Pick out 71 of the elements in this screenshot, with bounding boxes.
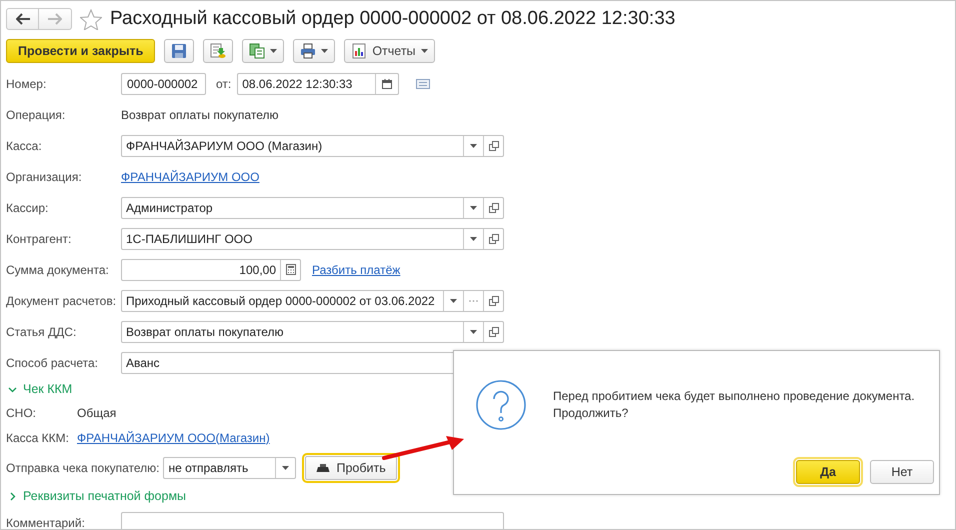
field-label: Касса ККМ: (6, 430, 70, 444)
date-field[interactable]: 08.06.2022 12:30:33 (237, 72, 400, 94)
field-label: Статья ДДС: (6, 324, 78, 338)
window-title: Расходный кассовый ордер 0000-000002 от 08.06.2022 12:30:33 (110, 8, 676, 30)
link[interactable]: ФРАНЧАЙЗАРИУМ ООО(Магазин) (77, 430, 270, 444)
amount-field[interactable]: 100,00 (121, 258, 301, 280)
dialog-message: Перед пробитием чека будет выполнено проведение документа. Продолжить? (553, 388, 915, 422)
open-window-icon (488, 202, 498, 212)
reports-button[interactable]: Отчеты (344, 39, 435, 63)
floppy-icon (171, 43, 188, 59)
list-icon[interactable] (416, 78, 430, 88)
select-field[interactable]: ФРАНЧАЙЗАРИУМ ООО (Магазин) (121, 134, 504, 156)
calendar-icon (382, 78, 392, 88)
floppy-button[interactable] (164, 39, 194, 63)
field-label: Способ расчета: (6, 356, 99, 370)
field-label: Номер: (6, 76, 48, 90)
calculator-icon (286, 264, 296, 275)
section-toggle[interactable]: Чек ККМ (6, 382, 72, 396)
open-window-icon (488, 326, 498, 336)
question-icon (476, 380, 526, 430)
back-button[interactable] (6, 8, 39, 30)
field-label: Организация: (6, 170, 83, 184)
field-value: Возврат оплаты покупателю (121, 108, 278, 122)
no-button[interactable]: Нет (870, 460, 934, 484)
caret-icon (470, 206, 477, 210)
open-window-icon (488, 296, 498, 306)
yes-button[interactable]: Да (796, 460, 860, 484)
field-value: Общая (77, 406, 116, 420)
select-field[interactable]: 1С-ПАБЛИШИНГ ООО (121, 228, 504, 250)
documents-button[interactable] (242, 39, 284, 63)
star-icon[interactable] (80, 8, 102, 30)
back-arrow-icon (16, 13, 30, 25)
field-label: Кассир: (6, 200, 50, 214)
link[interactable]: ФРАНЧАЙЗАРИУМ ООО (121, 170, 260, 184)
printer-button[interactable] (293, 39, 336, 63)
chart-document-icon (351, 43, 368, 59)
caret-icon (450, 298, 457, 302)
field-label: СНО: (6, 406, 37, 420)
caret-icon (470, 330, 477, 334)
input-field[interactable] (121, 512, 504, 529)
field-label: Операция: (6, 108, 66, 122)
field-label: Отправка чека покупателю: (6, 460, 160, 474)
post-and-close-button[interactable]: Провести и закрыть (6, 39, 156, 63)
field-label: от: (216, 76, 232, 90)
caret-icon (282, 466, 290, 470)
field-label: Документ расчетов: (6, 294, 118, 308)
field-label: Сумма документа: (6, 262, 110, 276)
field-label: Контрагент: (6, 232, 72, 246)
document-arrow-button[interactable] (203, 39, 234, 63)
number-field[interactable]: 0000-000002 (121, 72, 206, 94)
chevron-down-icon (8, 384, 17, 394)
field-label: Касса: (6, 138, 43, 152)
caret-icon (470, 144, 477, 148)
document-arrow-icon (210, 43, 226, 59)
select-field[interactable]: Приходный кассовый ордер 0000-000002 от 03.06.2022 (121, 290, 504, 312)
caret-icon (420, 49, 428, 53)
documents-icon (249, 43, 266, 59)
open-window-icon (488, 140, 498, 150)
section-toggle[interactable]: Реквизиты печатной формы (6, 489, 186, 503)
printer-icon (300, 43, 316, 59)
open-window-icon (488, 234, 498, 244)
cash-register-icon (316, 462, 330, 472)
select-field[interactable]: не отправлять (163, 456, 296, 478)
caret-icon (270, 49, 278, 53)
chevron-right-icon (8, 492, 17, 500)
caret-icon (321, 49, 328, 53)
link[interactable]: Разбить платёж (312, 262, 400, 276)
select-field[interactable]: Администратор (121, 196, 504, 218)
forward-arrow-icon (48, 13, 62, 25)
caret-icon (470, 236, 477, 240)
select-field[interactable]: Возврат оплаты покупателю (121, 320, 504, 342)
